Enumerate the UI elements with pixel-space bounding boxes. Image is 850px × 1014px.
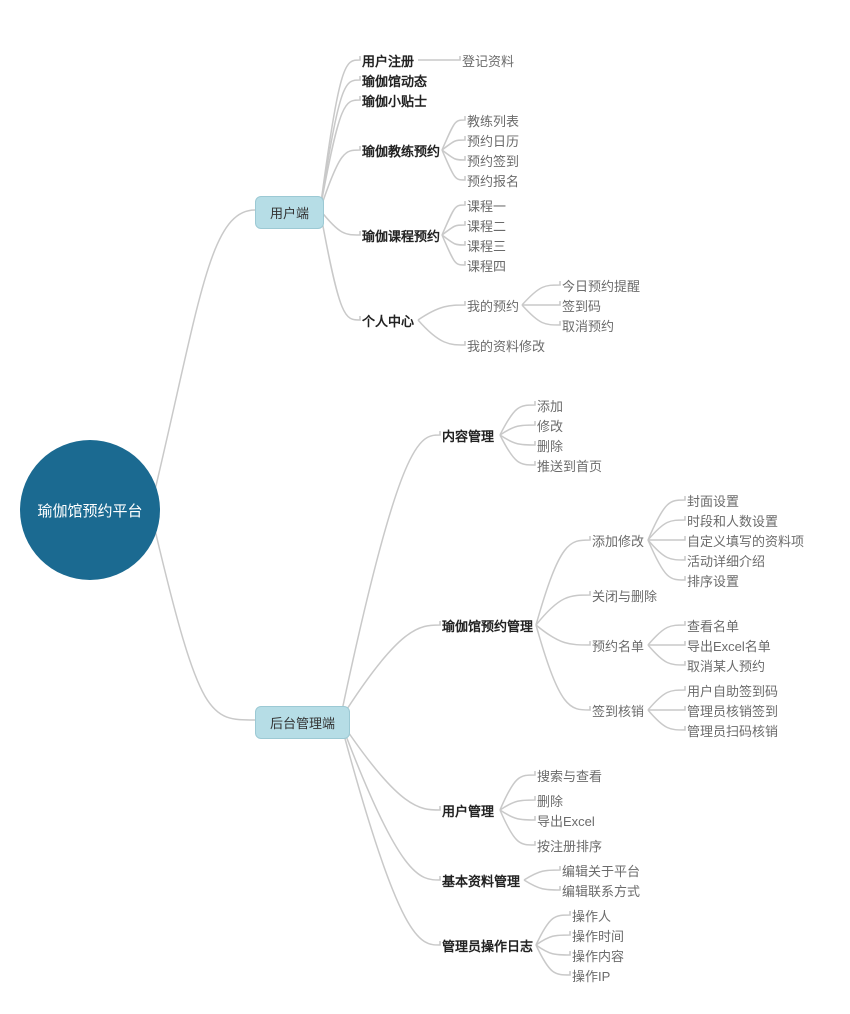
node-admin-verify-checkin[interactable]: 管理员核销签到: [687, 701, 778, 720]
node-custom-fields[interactable]: 自定义填写的资料项: [687, 531, 804, 550]
node-cancel-someone[interactable]: 取消某人预约: [687, 656, 765, 675]
node-content-push[interactable]: 推送到首页: [537, 456, 602, 475]
node-booking-calendar[interactable]: 预约日历: [467, 131, 519, 150]
node-yoga-tips[interactable]: 瑜伽小贴士: [362, 91, 427, 110]
node-search-view[interactable]: 搜索与查看: [537, 766, 602, 785]
node-user-delete[interactable]: 删除: [537, 791, 563, 810]
node-today-reminder[interactable]: 今日预约提醒: [562, 276, 640, 295]
node-log-ip[interactable]: 操作IP: [572, 966, 610, 985]
root-node[interactable]: 瑜伽馆预约平台: [20, 440, 160, 580]
branch-user-client[interactable]: 用户端: [255, 196, 324, 229]
node-admin-log[interactable]: 管理员操作日志: [442, 936, 533, 955]
node-cancel-booking[interactable]: 取消预约: [562, 316, 614, 335]
node-booking-checkin[interactable]: 预约签到: [467, 151, 519, 170]
node-content-delete[interactable]: 删除: [537, 436, 563, 455]
node-booking-list[interactable]: 预约名单: [592, 636, 644, 655]
node-course-booking[interactable]: 瑜伽课程预约: [362, 226, 440, 245]
node-log-time[interactable]: 操作时间: [572, 926, 624, 945]
node-edit-about[interactable]: 编辑关于平台: [562, 861, 640, 880]
node-content-edit[interactable]: 修改: [537, 416, 563, 435]
node-log-content[interactable]: 操作内容: [572, 946, 624, 965]
node-studio-news[interactable]: 瑜伽馆动态: [362, 71, 427, 90]
root-label: 瑜伽馆预约平台: [37, 500, 142, 521]
node-sort-by-register[interactable]: 按注册排序: [537, 836, 602, 855]
node-course-4[interactable]: 课程四: [467, 256, 506, 275]
node-coach-list[interactable]: 教练列表: [467, 111, 519, 130]
node-close-delete[interactable]: 关闭与删除: [592, 586, 657, 605]
node-my-profile-edit[interactable]: 我的资料修改: [467, 336, 545, 355]
node-course-3[interactable]: 课程三: [467, 236, 506, 255]
node-edit-contact[interactable]: 编辑联系方式: [562, 881, 640, 900]
node-basic-info-mgmt[interactable]: 基本资料管理: [442, 871, 520, 890]
node-content-add[interactable]: 添加: [537, 396, 563, 415]
node-user-mgmt[interactable]: 用户管理: [442, 801, 494, 820]
branch-label: 用户端: [270, 206, 309, 221]
node-add-edit[interactable]: 添加修改: [592, 531, 644, 550]
node-admin-scan-verify[interactable]: 管理员扫码核销: [687, 721, 778, 740]
node-slot-setting[interactable]: 时段和人数设置: [687, 511, 778, 530]
branch-admin[interactable]: 后台管理端: [255, 706, 350, 739]
node-cover-setting[interactable]: 封面设置: [687, 491, 739, 510]
node-course-1[interactable]: 课程一: [467, 196, 506, 215]
node-checkin-verify[interactable]: 签到核销: [592, 701, 644, 720]
node-export-excel[interactable]: 导出Excel: [537, 811, 595, 830]
node-booking-signup[interactable]: 预约报名: [467, 171, 519, 190]
node-export-excel-list[interactable]: 导出Excel名单: [687, 636, 771, 655]
node-log-operator[interactable]: 操作人: [572, 906, 611, 925]
node-my-booking[interactable]: 我的预约: [467, 296, 519, 315]
node-personal-center[interactable]: 个人中心: [362, 311, 414, 330]
node-self-checkin-code[interactable]: 用户自助签到码: [687, 681, 778, 700]
node-activity-detail[interactable]: 活动详细介绍: [687, 551, 765, 570]
branch-label: 后台管理端: [270, 716, 335, 731]
node-course-2[interactable]: 课程二: [467, 216, 506, 235]
node-view-list[interactable]: 查看名单: [687, 616, 739, 635]
node-booking-mgmt[interactable]: 瑜伽馆预约管理: [442, 616, 533, 635]
node-register-data[interactable]: 登记资料: [462, 51, 514, 70]
node-user-register[interactable]: 用户注册: [362, 51, 414, 70]
node-checkin-code[interactable]: 签到码: [562, 296, 601, 315]
node-sort-setting[interactable]: 排序设置: [687, 571, 739, 590]
node-coach-booking[interactable]: 瑜伽教练预约: [362, 141, 440, 160]
node-content-mgmt[interactable]: 内容管理: [442, 426, 494, 445]
